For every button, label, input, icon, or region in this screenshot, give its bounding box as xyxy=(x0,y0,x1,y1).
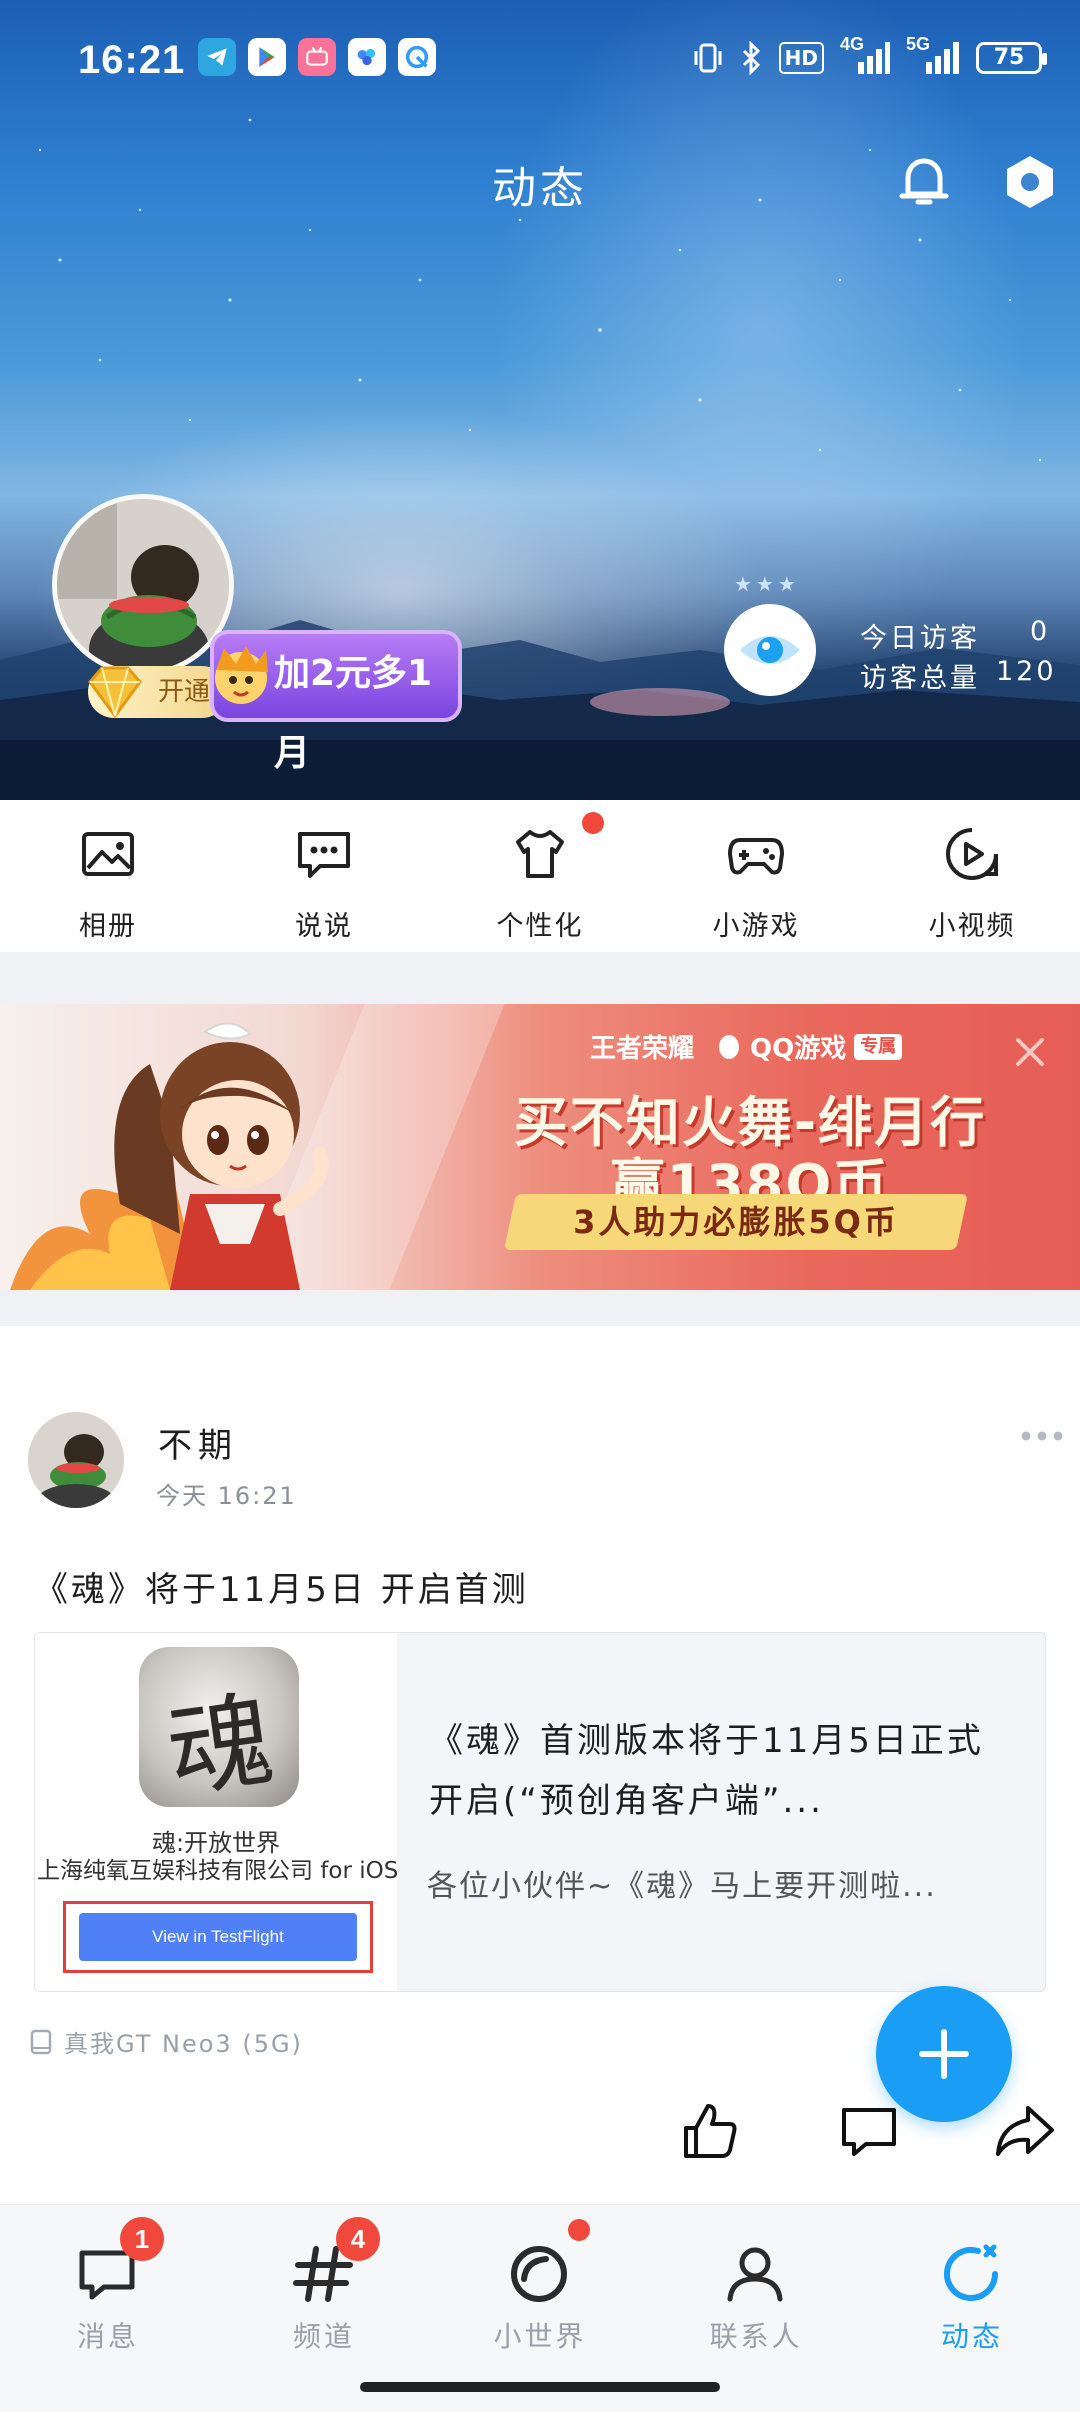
quick-action-video[interactable]: 小视频 xyxy=(864,800,1080,952)
tshirt-icon xyxy=(516,830,564,878)
bluetooth-icon xyxy=(742,41,760,75)
vibrate-icon xyxy=(694,43,722,73)
quick-action-minigame[interactable]: 小游戏 xyxy=(648,800,864,952)
quick-action-label: 相册 xyxy=(79,911,137,942)
close-icon[interactable] xyxy=(1010,1032,1050,1072)
qq-penguin-icon xyxy=(719,1034,740,1059)
quick-action-label: 小视频 xyxy=(928,911,1016,942)
settings-icon[interactable] xyxy=(998,150,1062,214)
quick-action-album[interactable]: 相册 xyxy=(0,800,216,952)
ad-banner[interactable]: 王者荣耀 QQ游戏 专属 买不知火舞-绯月行 赢138Q币 3人助力必膨胀5Q币 xyxy=(0,1004,1080,1290)
nav-badge: 1 xyxy=(120,2217,164,2261)
nav-contacts[interactable]: 联系人 xyxy=(648,2205,864,2405)
post-author-name[interactable]: 不期 xyxy=(158,1418,238,1467)
link-description: 各位小伙伴~《魂》马上要开测啦... xyxy=(427,1869,937,1904)
visitors-total: 访客总量 120 xyxy=(860,656,1054,695)
post-device: 真我GT Neo3 (5G) xyxy=(30,2024,303,2059)
quick-action-label: 个性化 xyxy=(496,911,584,942)
status-indicators: HD 4G 5G 75 xyxy=(693,34,1047,76)
visitors-today-label: 今日访客 xyxy=(860,623,980,654)
visitors-today: 今日访客 0 xyxy=(860,616,1047,655)
play-store-icon xyxy=(248,38,286,76)
diamond-icon xyxy=(88,666,142,719)
post-author-avatar[interactable] xyxy=(28,1412,124,1508)
visitor-stars: ★★★ xyxy=(734,572,800,596)
hd-badge: HD xyxy=(778,42,824,74)
link-title: 《魂》首测版本将于11月5日正式开启(“预创角客户端”... xyxy=(429,1721,984,1821)
telegram-icon xyxy=(198,38,236,76)
nav-label: 联系人 xyxy=(709,2320,803,2353)
small-world-icon xyxy=(511,2246,567,2302)
app-company: 上海纯氧互娱科技有限公司 for iOS xyxy=(37,1858,397,1884)
quick-action-personalize[interactable]: 个性化 xyxy=(432,800,648,952)
gamepad-icon xyxy=(728,838,784,875)
chat-dots-icon xyxy=(298,832,350,878)
status-time: 16:21 xyxy=(78,38,186,82)
visitor-eye-button[interactable] xyxy=(724,604,816,696)
nav-small-world[interactable]: 小世界 xyxy=(432,2205,648,2405)
link-thumbnail: 魂 魂:开放世界 上海纯氧互娱科技有限公司 for iOS View in Te… xyxy=(35,1633,397,1991)
nav-label: 动态 xyxy=(940,2320,1003,2353)
mai-shiranui-illustration xyxy=(10,1022,329,1290)
game-app-icon: 魂 xyxy=(139,1647,299,1807)
plus-icon xyxy=(919,2029,969,2079)
nav-label: 频道 xyxy=(292,2320,355,2353)
notification-dot xyxy=(568,2219,590,2241)
post-text: 《魂》将于11月5日 开启首测 xyxy=(34,1570,529,1610)
home-indicator[interactable] xyxy=(360,2382,720,2392)
phone-icon xyxy=(30,2029,52,2054)
game-icon-glyph: 魂 xyxy=(160,1678,281,1807)
quick-actions-bar: 相册 说说 个性化 小游戏 小视频 xyxy=(0,800,1080,952)
moments-icon xyxy=(944,2244,998,2301)
exclusive-tag: 专属 xyxy=(854,1033,903,1060)
device-name: 真我GT Neo3 (5G) xyxy=(64,2030,303,2058)
qq-browser-icon xyxy=(398,38,436,76)
banner-brands: 王者荣耀 QQ游戏 专属 xyxy=(590,1028,903,1065)
contacts-icon xyxy=(727,2247,783,2302)
signal-4g: 4G xyxy=(840,34,890,76)
signal-5g: 5G xyxy=(906,34,960,76)
eye-icon xyxy=(740,636,800,664)
cartoon-face-icon xyxy=(215,646,268,704)
nav-label: 消息 xyxy=(76,2320,139,2353)
visitors-total-value: 120 xyxy=(996,656,1057,687)
share-icon[interactable] xyxy=(992,2098,1058,2164)
visitors-total-label: 访客总量 xyxy=(860,663,980,694)
battery-indicator: 75 xyxy=(976,42,1047,74)
avatar-photo xyxy=(28,1412,124,1508)
quick-action-label: 小游戏 xyxy=(712,911,800,942)
video-play-icon xyxy=(946,828,998,880)
comment-icon[interactable] xyxy=(836,2098,902,2164)
baidu-netdisk-icon xyxy=(348,38,386,76)
testflight-button: View in TestFlight xyxy=(79,1913,357,1961)
honor-of-kings-logo: 王者荣耀 xyxy=(590,1034,695,1064)
bilibili-icon xyxy=(298,38,336,76)
quick-action-label: 说说 xyxy=(295,911,353,942)
nav-moments[interactable]: 动态 xyxy=(864,2205,1080,2405)
like-icon[interactable] xyxy=(678,2098,744,2164)
more-icon[interactable] xyxy=(1020,1426,1064,1446)
photo-album-icon xyxy=(82,832,134,876)
status-bar: 16:21 HD 4G 5G 75 xyxy=(0,0,1080,120)
quick-action-shuoshuo[interactable]: 说说 xyxy=(216,800,432,952)
nav-channels[interactable]: 4 频道 xyxy=(216,2205,432,2405)
nav-messages[interactable]: 1 消息 xyxy=(0,2205,216,2405)
banner-subline: 3人助力必膨胀5Q币 xyxy=(573,1203,899,1241)
section-divider xyxy=(0,1290,1080,1326)
visitors-today-value: 0 xyxy=(1030,616,1051,647)
post-timestamp: 今天 16:21 xyxy=(156,1482,297,1510)
status-app-icons xyxy=(198,38,436,76)
qq-game-logo: QQ游戏 专属 xyxy=(716,1028,903,1065)
bell-icon[interactable] xyxy=(892,150,956,214)
bottom-navigation: 1 消息 4 频道 小世界 联系人 动态 xyxy=(0,2204,1080,2412)
nav-badge: 4 xyxy=(336,2217,380,2261)
nav-label: 小世界 xyxy=(493,2320,587,2353)
vip-promo-button[interactable]: 加2元多1月 xyxy=(210,630,462,774)
notification-dot xyxy=(582,812,604,834)
section-divider xyxy=(0,952,1080,1004)
shared-link-card[interactable]: 魂 魂:开放世界 上海纯氧互娱科技有限公司 for iOS View in Te… xyxy=(34,1632,1046,1992)
